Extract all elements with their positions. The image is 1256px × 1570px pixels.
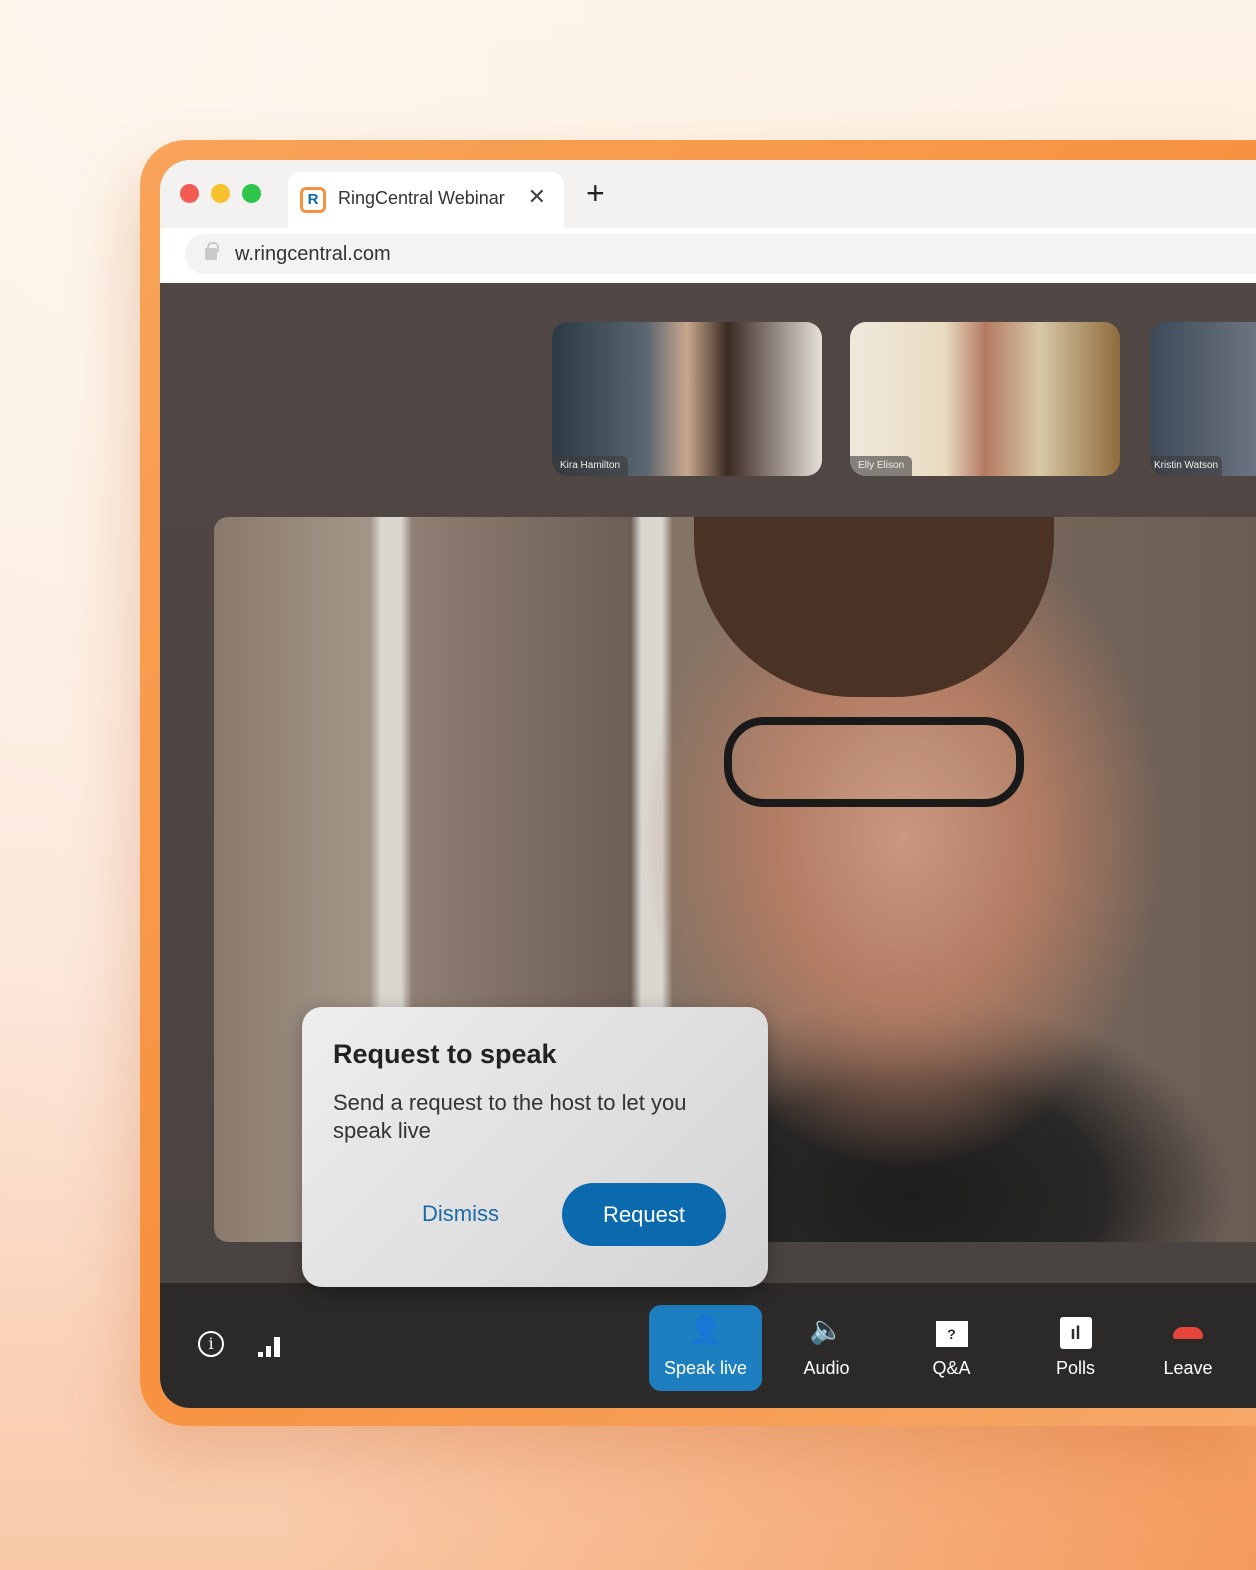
url-field[interactable]: w.ringcentral.com bbox=[185, 234, 1256, 274]
hang-up-icon bbox=[1138, 1313, 1238, 1347]
meeting-toolbar: i 👤 Speak live 🔈 Audio ? Q&A ıl Polls Le… bbox=[160, 1283, 1256, 1408]
close-window-button[interactable] bbox=[180, 184, 199, 203]
lock-icon bbox=[205, 242, 219, 260]
url-text: w.ringcentral.com bbox=[235, 243, 391, 265]
address-bar: w.ringcentral.com bbox=[160, 228, 1256, 283]
participant-tile[interactable]: Kristin Watson bbox=[1150, 322, 1256, 476]
speaker-icon: 🔈 bbox=[809, 1314, 844, 1345]
audio-button[interactable]: 🔈 Audio bbox=[770, 1305, 883, 1391]
dialog-body: Send a request to the host to let you sp… bbox=[333, 1090, 687, 1143]
maximize-window-button[interactable] bbox=[242, 184, 261, 203]
participant-name: Kira Hamilton bbox=[552, 456, 629, 476]
new-tab-button[interactable]: + bbox=[586, 177, 605, 209]
close-tab-icon[interactable]: ✕ bbox=[528, 184, 546, 210]
signal-strength-icon[interactable] bbox=[258, 1335, 284, 1357]
request-to-speak-dialog: Request to speak Send a request to the h… bbox=[302, 1007, 768, 1287]
speak-live-button[interactable]: 👤 Speak live bbox=[649, 1305, 762, 1391]
ringcentral-favicon-icon: R bbox=[300, 187, 326, 213]
qa-icon: ? bbox=[895, 1313, 1008, 1347]
dialog-title: Request to speak bbox=[333, 1039, 557, 1069]
participant-name: Elly Elison bbox=[850, 456, 913, 476]
browser-tab[interactable]: R RingCentral Webinar ✕ bbox=[288, 172, 564, 228]
participant-name: Kristin Watson bbox=[1150, 456, 1223, 476]
qa-button[interactable]: ? Q&A bbox=[895, 1305, 1008, 1391]
polls-button[interactable]: ıl Polls bbox=[1019, 1305, 1132, 1391]
minimize-window-button[interactable] bbox=[211, 184, 230, 203]
speak-live-icon: 👤 bbox=[688, 1314, 723, 1345]
participant-tile[interactable]: Elly Elison bbox=[850, 322, 1120, 476]
request-button[interactable]: Request bbox=[562, 1183, 726, 1246]
dismiss-button[interactable]: Dismiss bbox=[422, 1201, 499, 1227]
tab-title: RingCentral Webinar bbox=[338, 188, 505, 208]
leave-button[interactable]: Leave bbox=[1138, 1305, 1238, 1391]
polls-icon: ıl bbox=[1019, 1313, 1132, 1349]
info-icon[interactable]: i bbox=[198, 1331, 224, 1357]
participant-tile[interactable]: Kira Hamilton bbox=[552, 322, 822, 476]
tab-bar: R RingCentral Webinar ✕ + bbox=[160, 160, 1256, 228]
